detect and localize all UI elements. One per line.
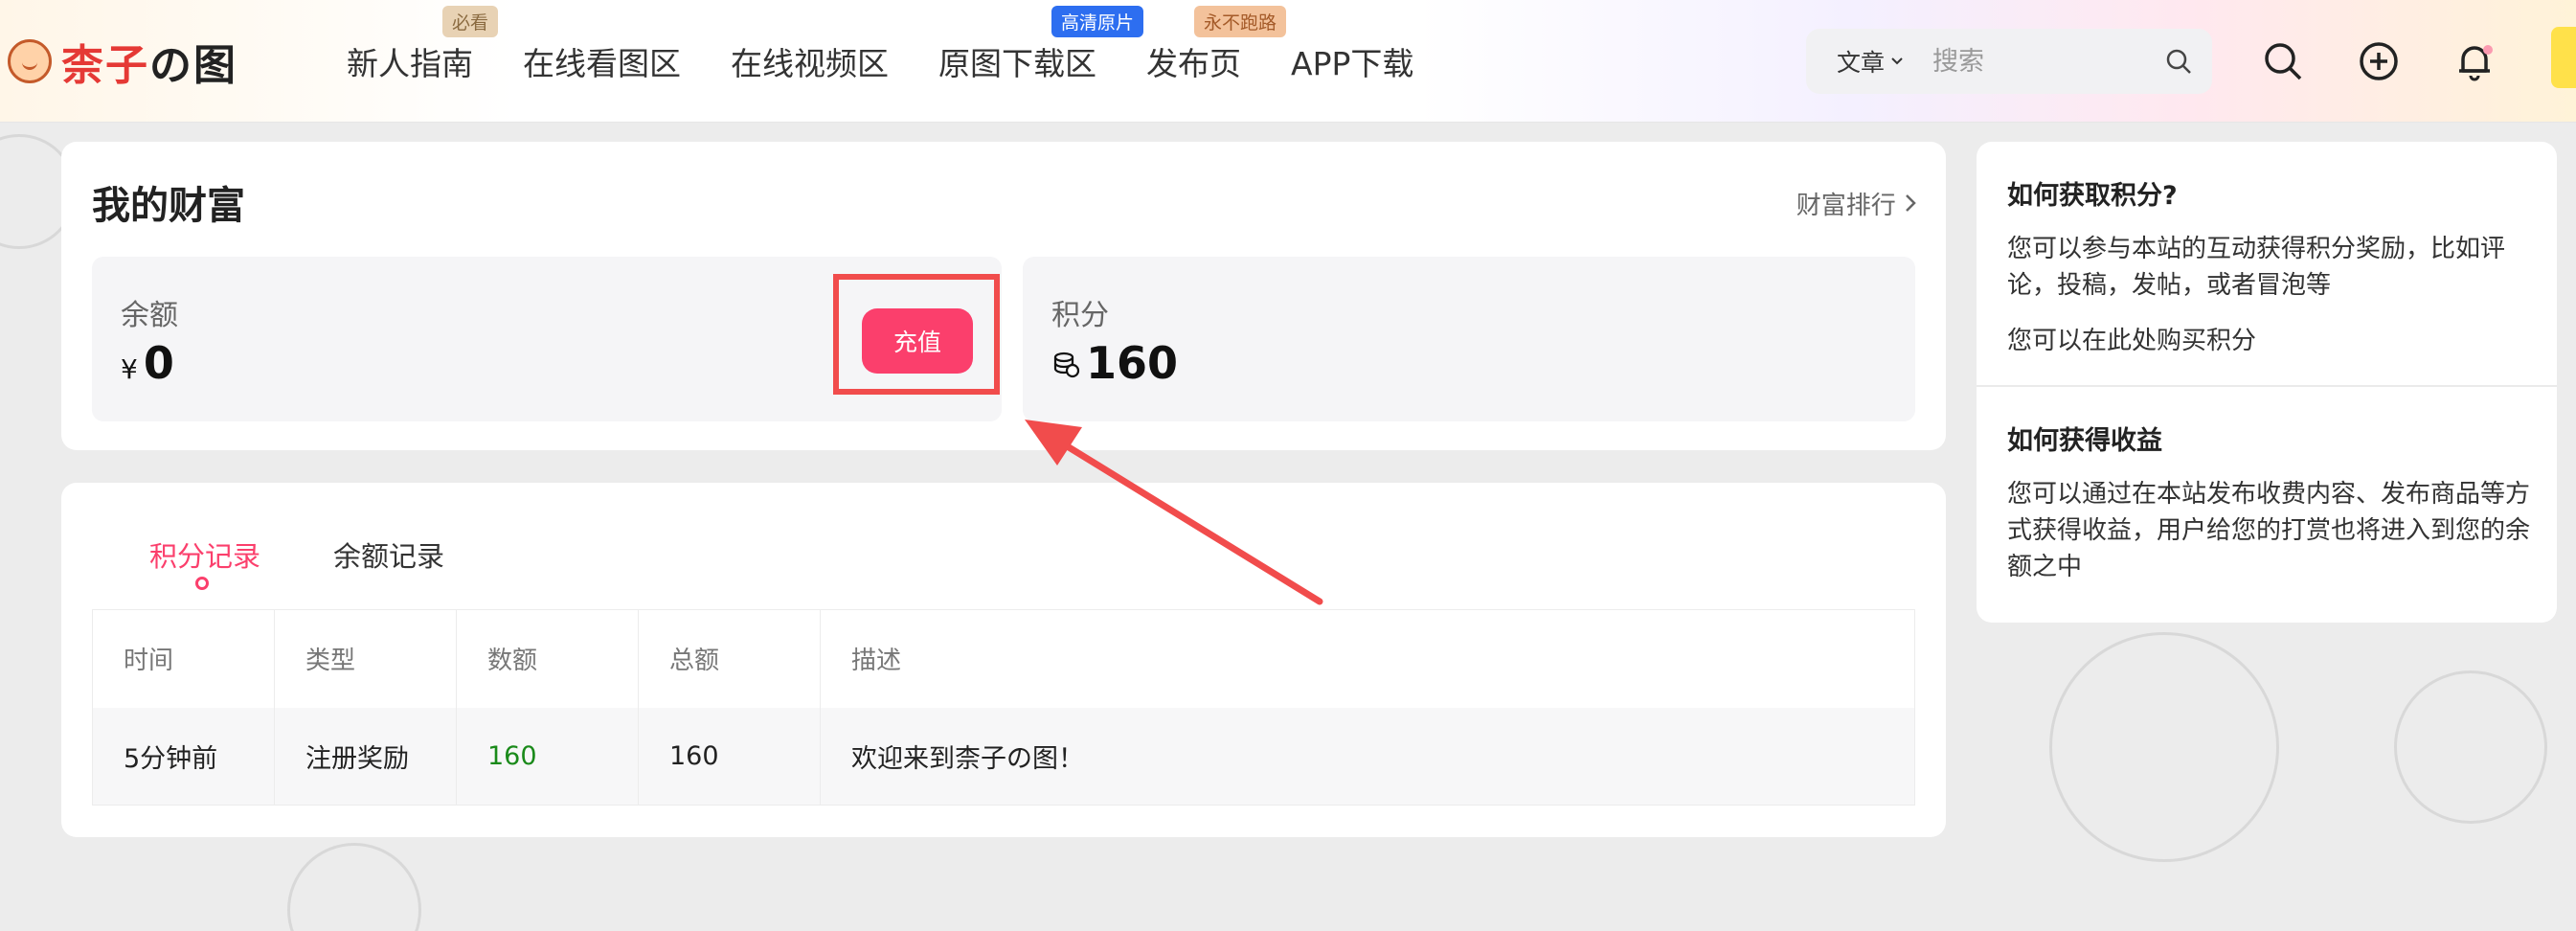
annotation-highlight-box — [833, 274, 1000, 395]
logo-text: 柰子の图 — [61, 41, 237, 90]
cell-amount: 160 — [456, 707, 639, 806]
nav-item-online-video[interactable]: 在线视频区 — [731, 38, 889, 84]
background-doodle — [287, 843, 421, 931]
column-header-total: 总额 — [638, 609, 821, 708]
logo-face-icon — [8, 39, 52, 83]
column-header-description: 描述 — [820, 609, 1915, 708]
cell-total: 160 — [638, 707, 821, 806]
column-header-time: 时间 — [92, 609, 275, 708]
nav-item-app-download[interactable]: APP下载 — [1291, 38, 1413, 84]
background-doodle — [2049, 632, 2279, 862]
records-card: 积分记录 余额记录 时间 类型 数额 总额 描述 5分钟前 注册奖励 160 1… — [61, 483, 1946, 837]
table-header-row: 时间 类型 数额 总额 描述 — [92, 609, 1915, 708]
page-title: 我的财富 — [92, 184, 245, 228]
search-box: 文章 — [1806, 29, 2212, 94]
nav-badge-hd: 高清原片 — [1051, 6, 1144, 37]
earn-points-title: 如何获取积分? — [2007, 181, 2178, 211]
search-submit-icon[interactable] — [2164, 47, 2193, 76]
active-tab-indicator — [195, 577, 209, 590]
records-table: 时间 类型 数额 总额 描述 5分钟前 注册奖励 160 160 欢迎来到柰子の… — [92, 609, 1915, 806]
plus-circle-icon[interactable] — [2352, 34, 2406, 88]
balance-value: ¥ 0 — [121, 337, 174, 389]
nav-item-original-download[interactable]: 原图下载区 高清原片 — [938, 6, 1144, 84]
help-sidebar: 如何获取积分? 您可以参与本站的互动获得积分奖励，比如评论，投稿，发帖，或者冒泡… — [1977, 142, 2557, 623]
nav-item-publish-page[interactable]: 发布页 永不跑路 — [1146, 6, 1287, 84]
points-panel: 积分 160 — [1023, 257, 1915, 421]
search-icon[interactable] — [2256, 34, 2310, 88]
column-header-type: 类型 — [274, 609, 457, 708]
earn-points-text: 您可以参与本站的互动获得积分奖励，比如评论，投稿，发帖，或者冒泡等 — [2007, 235, 2506, 300]
nav-badge-never-leave: 永不跑路 — [1194, 6, 1287, 37]
bell-icon[interactable] — [2448, 34, 2501, 88]
site-logo[interactable]: 柰子の图 — [8, 33, 237, 90]
nav-badge-must-read: 必看 — [442, 6, 499, 37]
tab-points-records[interactable]: 积分记录 — [149, 534, 260, 575]
balance-label: 余额 — [121, 299, 178, 332]
search-input[interactable] — [1932, 46, 2144, 77]
background-doodle — [2394, 670, 2547, 824]
cell-description: 欢迎来到柰子の图！ — [820, 707, 1915, 806]
cell-time: 5分钟前 — [92, 707, 275, 806]
earn-income-section: 如何获得收益 您可以通过在本站发布收费内容、发布商品等方式获得收益，用户给您的打… — [2007, 420, 2534, 585]
earn-income-title: 如何获得收益 — [2007, 426, 2162, 456]
cell-type: 注册奖励 — [274, 707, 457, 806]
site-header: 柰子の图 新人指南 必看 在线看图区 在线视频区 原图下载区 高清原片 发布页 … — [0, 0, 2576, 123]
main-nav: 新人指南 必看 在线看图区 在线视频区 原图下载区 高清原片 发布页 永不跑路 … — [347, 6, 1463, 84]
nav-item-online-gallery[interactable]: 在线看图区 — [523, 38, 681, 84]
currency-symbol: ¥ — [121, 353, 138, 385]
chevron-right-icon — [1906, 194, 1916, 212]
nav-item-newbie-guide[interactable]: 新人指南 必看 — [347, 6, 499, 84]
buy-points-text: 您可以在此处购买积分 — [2007, 327, 2257, 355]
earn-points-section: 如何获取积分? 您可以参与本站的互动获得积分奖励，比如评论，投稿，发帖，或者冒泡… — [2007, 174, 2534, 356]
search-category-select[interactable]: 文章 — [1837, 44, 1904, 79]
points-label: 积分 — [1051, 299, 1109, 332]
earn-income-text: 您可以通过在本站发布收费内容、发布商品等方式获得收益，用户给您的打赏也将进入到您… — [2007, 480, 2531, 581]
table-row: 5分钟前 注册奖励 160 160 欢迎来到柰子の图！ — [92, 707, 1915, 806]
chevron-down-icon — [1891, 57, 1903, 65]
wealth-rank-link[interactable]: 财富排行 — [1796, 186, 1917, 221]
points-value: 160 — [1051, 337, 1178, 389]
divider — [1977, 385, 2557, 387]
user-avatar[interactable] — [2551, 27, 2576, 88]
wealth-card: 我的财富 财富排行 余额 ¥ 0 积分 160 — [61, 142, 1946, 450]
tab-balance-records[interactable]: 余额记录 — [333, 534, 444, 575]
coins-icon — [1051, 350, 1080, 386]
column-header-amount: 数额 — [456, 609, 639, 708]
